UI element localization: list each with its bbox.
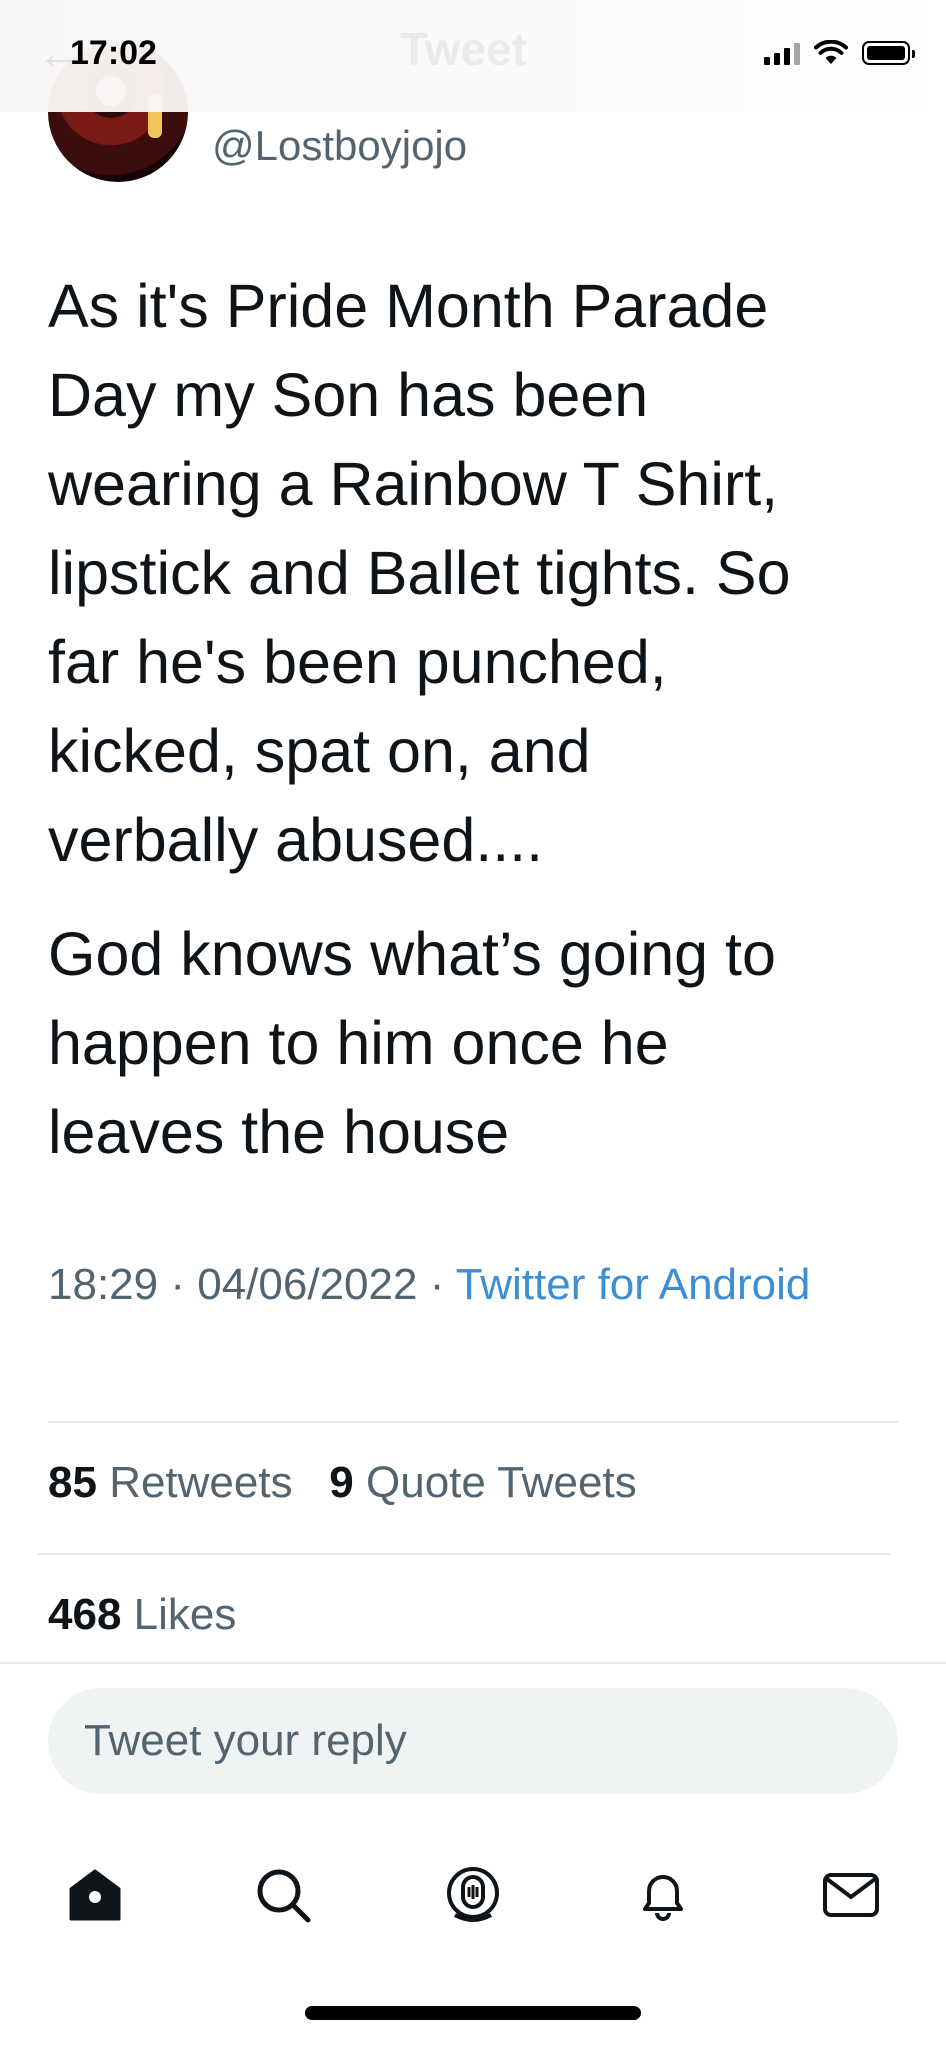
nav-title: Tweet <box>400 23 527 75</box>
meta-separator: · <box>170 1260 185 1309</box>
quotes-label: Quote Tweets <box>366 1458 637 1507</box>
spaces-icon[interactable] <box>438 1860 508 1930</box>
author-handle[interactable]: @Lostboyjojo <box>212 122 467 170</box>
likes-link[interactable]: 468 Likes <box>48 1590 236 1640</box>
tweet-text-paragraph-2: God knows what’s going to happen to him … <box>48 920 776 1166</box>
messages-icon[interactable] <box>816 1860 886 1930</box>
retweets-link[interactable]: 85 Retweets <box>48 1458 293 1507</box>
quote-tweets-link[interactable]: 9 Quote Tweets <box>329 1458 636 1507</box>
home-icon[interactable] <box>60 1860 130 1930</box>
retweets-label: Retweets <box>109 1458 293 1507</box>
cellular-signal-icon <box>764 41 800 65</box>
battery-icon <box>862 41 915 65</box>
tweet-text-paragraph-1: As it's Pride Month Parade Day my Son ha… <box>48 272 791 874</box>
divider <box>38 1553 890 1555</box>
retweet-stats: 85 Retweets 9 Quote Tweets <box>48 1458 637 1508</box>
quotes-count: 9 <box>329 1458 354 1507</box>
divider <box>48 1421 898 1423</box>
reply-input[interactable]: Tweet your reply <box>48 1688 898 1794</box>
tweet-time: 18:29 <box>48 1260 159 1309</box>
status-time: 17:02 <box>70 34 157 72</box>
search-icon[interactable] <box>248 1860 318 1930</box>
home-indicator <box>305 2006 641 2020</box>
meta-separator: · <box>429 1260 445 1309</box>
wifi-icon <box>814 40 848 64</box>
likes-count: 468 <box>48 1590 122 1639</box>
likes-label: Likes <box>133 1590 237 1639</box>
tweet-date: 04/06/2022 <box>197 1260 418 1309</box>
status-icons <box>764 40 915 66</box>
notifications-icon[interactable] <box>628 1860 698 1930</box>
divider <box>0 1662 946 1664</box>
status-bar: ← Tweet 17:02 <box>0 0 946 112</box>
tweet-client-link[interactable]: Twitter for Android <box>456 1260 811 1309</box>
bottom-tab-bar <box>0 1840 946 1950</box>
tweet-meta: 18:29 · 04/06/2022 · Twitter for Android <box>48 1252 888 1318</box>
retweets-count: 85 <box>48 1458 97 1507</box>
